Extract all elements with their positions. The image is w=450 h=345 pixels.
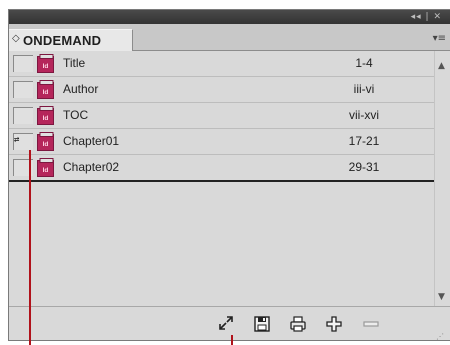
page-range: 17-21: [348, 134, 380, 148]
printer-icon: [290, 316, 306, 332]
callout-line-synchronize: [231, 335, 233, 345]
tab-ondemand[interactable]: ◇ ONDEMAND: [9, 29, 133, 51]
collapse-close-controls[interactable]: ◂◂ | ✕: [411, 11, 442, 23]
document-name: Author: [63, 82, 99, 96]
doc-icon-label: Id: [43, 63, 49, 70]
minus-icon: [363, 321, 379, 327]
panel-titlebar[interactable]: ◂◂ | ✕: [9, 10, 450, 24]
resize-grip-icon[interactable]: ⋰: [436, 332, 444, 340]
page-range: iii-vi: [353, 82, 375, 96]
page-range: 1-4: [355, 56, 373, 70]
doc-icon-label: Id: [43, 167, 49, 174]
style-source-checkbox[interactable]: [13, 107, 33, 124]
vertical-scrollbar[interactable]: ▲ ▼: [434, 51, 450, 306]
print-book-button[interactable]: [289, 315, 307, 333]
document-name: Chapter01: [63, 134, 120, 148]
save-book-button[interactable]: [253, 315, 271, 333]
indesign-document-icon: Id: [37, 132, 54, 151]
scroll-up-arrow-icon[interactable]: ▲: [438, 61, 445, 71]
document-row[interactable]: Id TOC vii-xvi: [9, 103, 435, 129]
document-name: Title: [63, 56, 86, 70]
callout-line-style-source: [29, 150, 31, 345]
document-row[interactable]: Id Chapter02 29-31: [9, 155, 435, 182]
page-range: vii-xvi: [349, 108, 379, 122]
plus-icon: [326, 316, 342, 332]
floppy-disk-icon: [254, 316, 270, 332]
document-row[interactable]: ⇄ Id Chapter01 17-21: [9, 129, 435, 155]
doc-icon-label: Id: [43, 141, 49, 148]
panel-toolbar: ⋰: [9, 306, 450, 340]
doc-icon-label: Id: [43, 115, 49, 122]
panel-tab-strip: ◇ ONDEMAND ▾≡: [9, 24, 450, 51]
indesign-document-icon: Id: [37, 80, 54, 99]
panel-menu-icon[interactable]: ▾≡: [433, 33, 446, 44]
tab-arrows-icon[interactable]: ◇: [12, 33, 20, 44]
sync-arrows-icon: [219, 316, 233, 330]
synchronize-button[interactable]: [217, 315, 235, 333]
book-panel: ◂◂ | ✕ ◇ ONDEMAND ▾≡ Id Title 1-4 Id Aut…: [8, 9, 450, 341]
tab-label: ONDEMAND: [23, 33, 102, 48]
remove-document-button[interactable]: [362, 315, 380, 333]
document-row[interactable]: Id Title 1-4: [9, 51, 435, 77]
style-source-checkbox[interactable]: ⇄: [13, 133, 33, 150]
page-range: 29-31: [348, 160, 380, 174]
document-row[interactable]: Id Author iii-vi: [9, 77, 435, 103]
scroll-down-arrow-icon[interactable]: ▼: [438, 292, 445, 302]
add-document-button[interactable]: [325, 315, 343, 333]
sync-source-icon: ⇄: [14, 135, 20, 145]
indesign-document-icon: Id: [37, 158, 54, 177]
doc-icon-label: Id: [43, 89, 49, 96]
document-name: TOC: [63, 108, 89, 122]
document-name: Chapter02: [63, 160, 120, 174]
indesign-document-icon: Id: [37, 54, 54, 73]
document-list: Id Title 1-4 Id Author iii-vi Id TOC vii…: [9, 51, 435, 306]
style-source-checkbox[interactable]: [13, 55, 33, 72]
indesign-document-icon: Id: [37, 106, 54, 125]
style-source-checkbox[interactable]: [13, 81, 33, 98]
